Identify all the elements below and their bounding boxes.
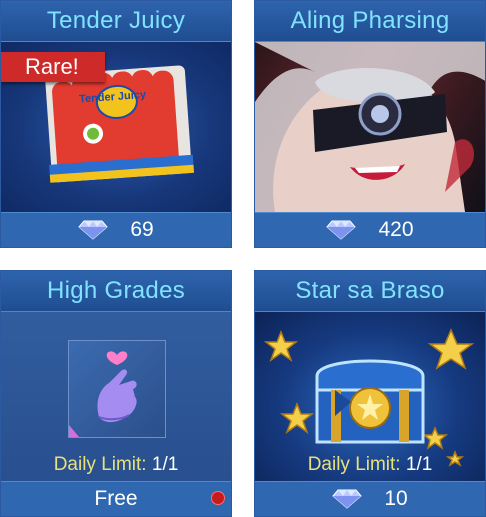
daily-limit-value: 1/1 <box>405 454 433 475</box>
card-image <box>255 42 485 212</box>
card-title: Aling Pharsing <box>255 1 485 42</box>
price-bar[interactable]: 10 <box>255 481 485 516</box>
hero-portrait-image <box>255 42 485 212</box>
shop-card-tender-juicy[interactable]: Tender Juicy Tender Juicy Rare! 69 <box>0 0 232 248</box>
price-bar[interactable]: 69 <box>1 212 231 247</box>
card-title: High Grades <box>1 271 231 312</box>
price-value: 69 <box>130 218 154 241</box>
shop-card-high-grades[interactable]: High Grades Daily Limit: 1/1 Free <box>0 270 232 517</box>
diamond-icon <box>78 220 109 240</box>
price-value: 10 <box>384 487 408 510</box>
shop-card-aling-pharsing[interactable]: Aling Pharsing 420 <box>254 0 486 248</box>
price-value: 420 <box>378 218 414 241</box>
diamond-icon <box>326 220 357 240</box>
daily-limit-label: Daily Limit: <box>307 454 401 475</box>
daily-limit: Daily Limit: 1/1 <box>255 454 485 476</box>
card-title: Tender Juicy <box>1 1 231 42</box>
card-title: Star sa Braso <box>255 271 485 312</box>
notification-dot <box>211 491 225 505</box>
daily-limit: Daily Limit: 1/1 <box>1 454 231 476</box>
card-image: Tender Juicy Rare! <box>1 42 231 212</box>
finger-heart-icon <box>69 351 137 437</box>
diamond-icon <box>332 489 363 509</box>
daily-limit-value: 1/1 <box>151 454 179 475</box>
price-bar[interactable]: 420 <box>255 212 485 247</box>
daily-limit-label: Daily Limit: <box>53 454 147 475</box>
rare-badge: Rare! <box>1 52 105 82</box>
price-value: Free <box>94 487 138 510</box>
price-bar[interactable]: Free <box>1 481 231 516</box>
emote-frame <box>68 340 166 438</box>
shop-card-star-sa-braso[interactable]: Star sa Braso Daily Limit: 1/1 10 <box>254 270 486 517</box>
